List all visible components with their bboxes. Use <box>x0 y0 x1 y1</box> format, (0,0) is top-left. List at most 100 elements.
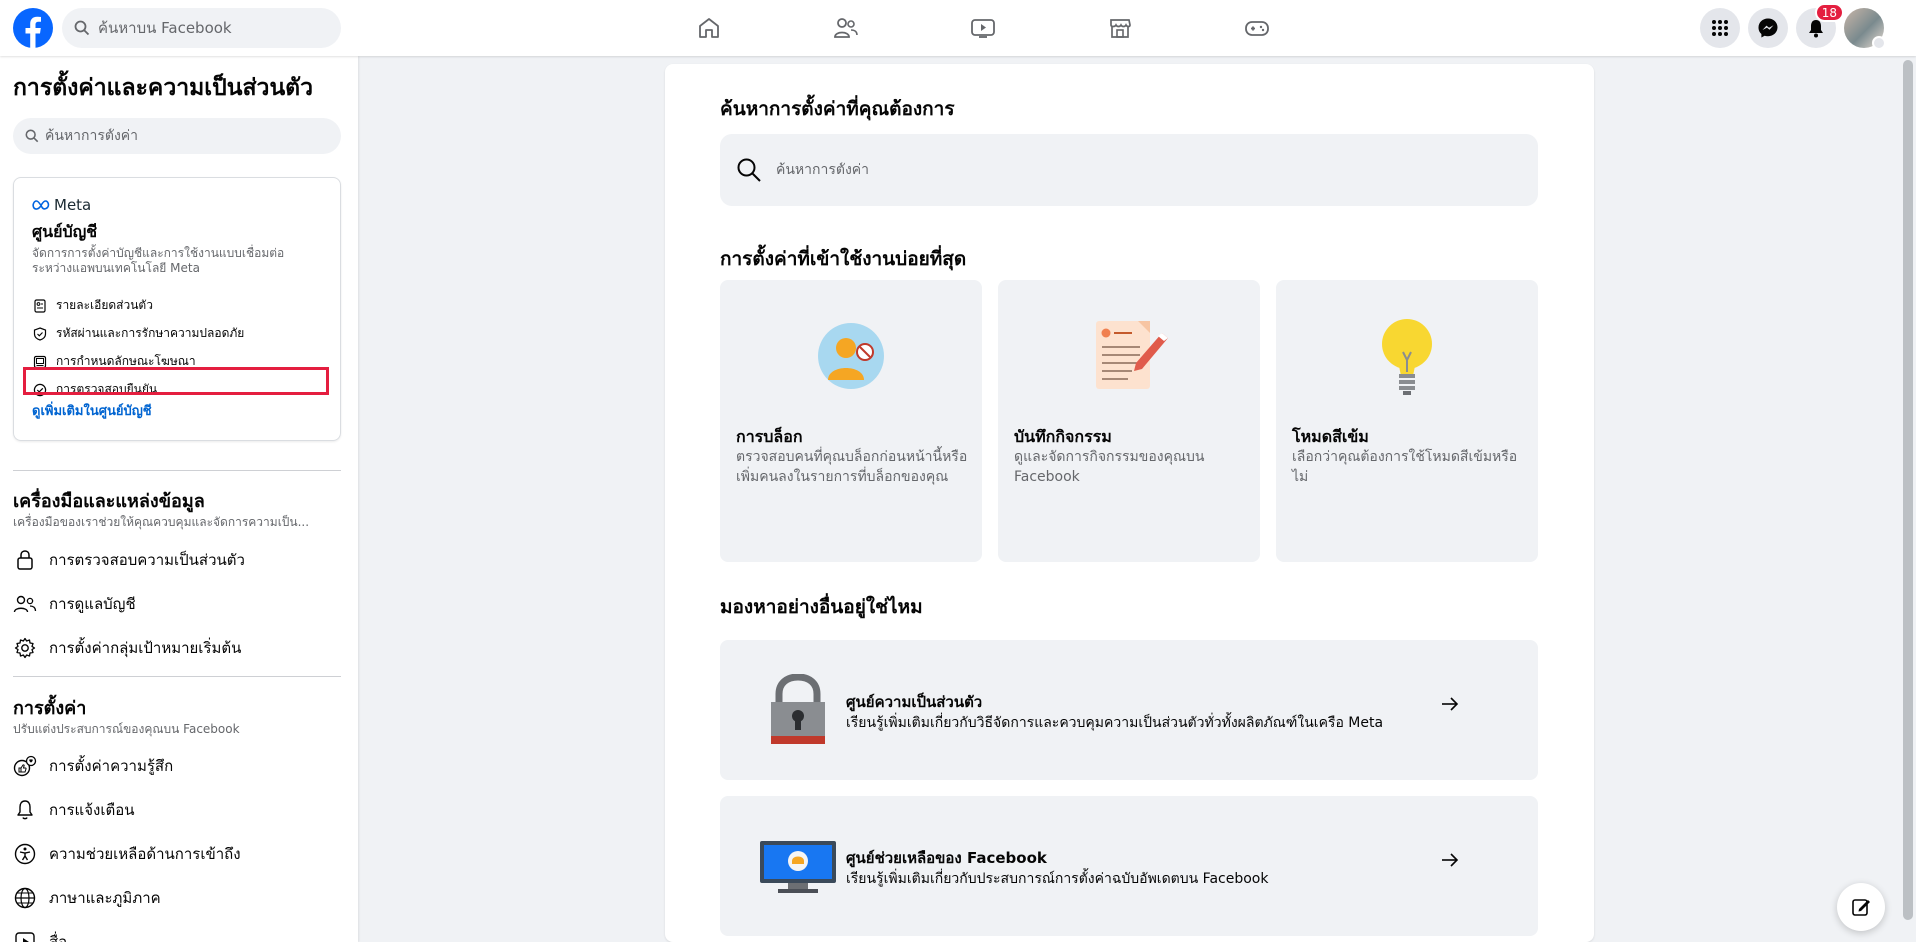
gaming-icon <box>1244 21 1269 36</box>
search-settings-heading: ค้นหาการตั้งค่าที่คุณต้องการ <box>720 98 955 120</box>
other-heading: มองหาอย่างอื่นอยู่ใช่ไหม <box>720 596 923 618</box>
video-icon <box>970 19 995 38</box>
frequent-settings-heading: การตั้งค่าที่เข้าใช้งานบ่อยที่สุด <box>720 248 967 270</box>
accounts-center-card: Meta ศูนย์บัญชี จัดการการตั้งค่าบัญชีและ… <box>13 177 341 441</box>
messenger-button[interactable] <box>1748 8 1788 48</box>
top-search-box[interactable] <box>62 8 341 48</box>
lightbulb-icon <box>1276 308 1538 404</box>
link-description: เรียนรู้เพิ่มเติมเกี่ยวกับประสบการณ์การต… <box>846 871 1269 887</box>
media-icon <box>13 930 37 942</box>
bell-icon <box>13 798 37 822</box>
main-search-input[interactable] <box>776 162 1476 178</box>
sidebar-item-label: ภาษาและภูมิภาค <box>49 889 161 907</box>
help-center-icon <box>748 828 848 906</box>
nav-gaming[interactable] <box>1188 0 1325 56</box>
main-search-box[interactable] <box>720 134 1538 206</box>
sidebar-item-reaction-preferences[interactable]: การตั้งค่าความรู้สึก <box>13 746 341 786</box>
arrow-right-icon <box>1442 853 1459 867</box>
notifications-button[interactable]: 18 <box>1796 3 1844 48</box>
chevron-down-icon <box>1872 36 1886 50</box>
shield-icon <box>32 326 48 342</box>
sidebar-item-language-region[interactable]: ภาษาและภูมิภาค <box>13 878 341 918</box>
accessibility-icon <box>13 842 37 866</box>
search-icon <box>25 129 39 143</box>
menu-button[interactable] <box>1700 8 1740 48</box>
privacy-center-link[interactable]: ศูนย์ความเป็นส่วนตัว เรียนรู้เพิ่มเติมเก… <box>720 640 1538 780</box>
search-icon <box>74 20 90 36</box>
card-dark-mode[interactable]: โหมดสีเข้ม เลือกว่าคุณต้องการใช้โหมดสีเข… <box>1276 280 1538 562</box>
sidebar-item-label: การตั้งค่ากลุ่มเป้าหมายเริ่มต้น <box>49 639 242 657</box>
settings-section-title: การตั้งค่า <box>13 698 87 719</box>
help-center-link[interactable]: ศูนย์ช่วยเหลือของ Facebook เรียนรู้เพิ่ม… <box>720 796 1538 936</box>
arrow-right-icon <box>1442 697 1459 711</box>
card-description: ดูและจัดการกิจกรรมของคุณบน Facebook <box>1014 449 1205 485</box>
divider <box>13 470 341 471</box>
lock-icon <box>13 548 37 572</box>
nav-home[interactable] <box>640 0 777 56</box>
sidebar-item-label: สื่อ <box>49 933 68 942</box>
sidebar-item-label: การตรวจสอบความเป็นส่วนตัว <box>49 551 245 569</box>
meta-brand-text: Meta <box>54 196 92 214</box>
sidebar-item-privacy-checkup[interactable]: การตรวจสอบความเป็นส่วนตัว <box>13 540 341 580</box>
meta-infinity-icon <box>32 200 50 210</box>
settings-main-panel: ค้นหาการตั้งค่าที่คุณต้องการ การตั้งค่าท… <box>665 64 1594 942</box>
top-right-icons: 18 <box>1700 3 1886 50</box>
tools-section-title: เครื่องมือและแหล่งข้อมูล <box>13 491 205 512</box>
marketplace-icon <box>1109 19 1131 38</box>
card-description: ตรวจสอบคนที่คุณบล็อกก่อนหน้านี้หรือเพิ่ม… <box>736 449 968 485</box>
accounts-center-item-password-security[interactable]: รหัสผ่านและการรักษาความปลอดภัย <box>32 324 244 343</box>
privacy-center-icon <box>748 672 848 750</box>
accounts-center-item-label: รหัสผ่านและการรักษาความปลอดภัย <box>56 326 245 340</box>
sidebar-item-accessibility[interactable]: ความช่วยเหลือด้านการเข้าถึง <box>13 834 341 874</box>
activity-log-icon <box>998 308 1260 404</box>
new-message-button[interactable] <box>1837 883 1885 931</box>
top-bar: 18 <box>0 0 1916 56</box>
accounts-center-item-personal-details[interactable]: รายละเอียดส่วนตัว <box>32 296 153 315</box>
sidebar-item-supervision[interactable]: การดูแลบัญชี <box>13 584 341 624</box>
messenger-icon <box>1758 18 1778 38</box>
page-title: การตั้งค่าและความเป็นส่วนตัว <box>13 75 314 101</box>
scrollbar-thumb[interactable] <box>1903 60 1913 920</box>
profile-avatar[interactable] <box>1844 8 1886 50</box>
sidebar-item-label: ความช่วยเหลือด้านการเข้าถึง <box>49 845 241 863</box>
sidebar-search-input[interactable] <box>45 128 325 144</box>
main-nav <box>640 0 1325 56</box>
top-search-input[interactable] <box>98 19 318 37</box>
globe-icon <box>13 886 37 910</box>
link-title: ศูนย์ความเป็นส่วนตัว <box>846 693 983 711</box>
sidebar-item-notifications[interactable]: การแจ้งเตือน <box>13 790 341 830</box>
settings-section-description: ปรับแต่งประสบการณ์ของคุณบน Facebook <box>13 722 240 736</box>
notification-badge: 18 <box>1814 3 1844 22</box>
link-description: เรียนรู้เพิ่มเติมเกี่ยวกับวิธีจัดการและค… <box>846 715 1384 731</box>
sidebar-item-media[interactable]: สื่อ <box>13 922 341 942</box>
reaction-icon <box>13 754 37 778</box>
card-description: เลือกว่าคุณต้องการใช้โหมดสีเข้มหรือไม่ <box>1292 449 1518 485</box>
link-title: ศูนย์ช่วยเหลือของ Facebook <box>846 849 1047 867</box>
supervision-icon <box>13 592 37 616</box>
nav-friends[interactable] <box>777 0 914 56</box>
nav-marketplace[interactable] <box>1051 0 1188 56</box>
home-icon <box>698 18 719 38</box>
nav-video[interactable] <box>914 0 1051 56</box>
facebook-logo-icon[interactable] <box>13 8 53 48</box>
page-scrollbar[interactable] <box>1900 56 1916 942</box>
highlight-box <box>23 367 329 395</box>
blocking-icon <box>720 308 982 404</box>
search-icon <box>737 158 761 182</box>
meta-logo: Meta <box>32 196 91 214</box>
sidebar-item-default-audience[interactable]: การตั้งค่ากลุ่มเป้าหมายเริ่มต้น <box>13 628 341 668</box>
sidebar-search-box[interactable] <box>13 118 341 154</box>
compose-icon <box>1852 899 1870 916</box>
card-blocking[interactable]: การบล็อก ตรวจสอบคนที่คุณบล็อกก่อนหน้านี้… <box>720 280 982 562</box>
divider <box>13 676 341 677</box>
accounts-center-description: จัดการการตั้งค่าบัญชีและการใช้งานแบบเชื่… <box>32 246 285 275</box>
friends-icon <box>833 18 858 38</box>
id-card-icon <box>32 298 48 314</box>
see-more-accounts-center-link[interactable]: ดูเพิ่มเติมในศูนย์บัญชี <box>32 400 152 421</box>
card-activity-log[interactable]: บันทึกกิจกรรม ดูและจัดการกิจกรรมของคุณบน… <box>998 280 1260 562</box>
accounts-center-item-label: รายละเอียดส่วนตัว <box>56 298 153 312</box>
accounts-center-title: ศูนย์บัญชี <box>32 222 98 241</box>
frequent-settings-cards: การบล็อก ตรวจสอบคนที่คุณบล็อกก่อนหน้านี้… <box>720 280 1538 562</box>
tools-section-description: เครื่องมือของเราช่วยให้คุณควบคุมและจัดกา… <box>13 515 310 529</box>
grid-menu-icon <box>1712 20 1728 36</box>
